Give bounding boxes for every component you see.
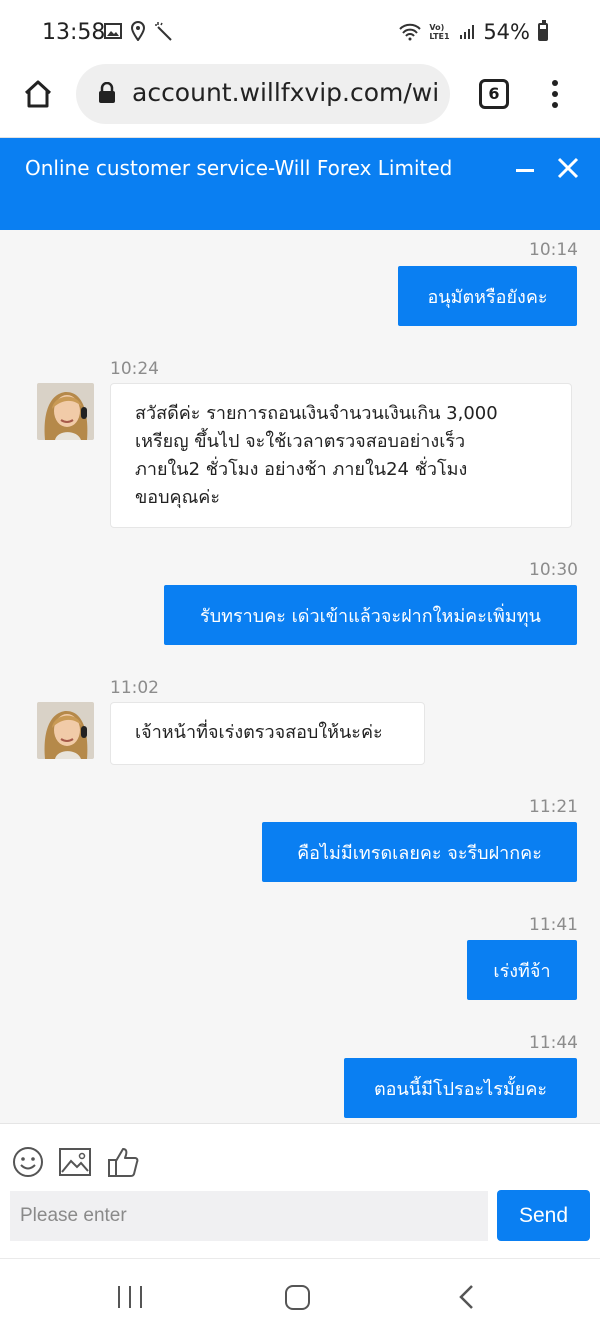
back-icon[interactable] xyxy=(457,1284,475,1310)
chat-title: Online customer service-Will Forex Limit… xyxy=(25,156,453,180)
message-line: ภายใน2 ชั่วโมง อย่างช้า ภายใน24 ชั่วโมง xyxy=(135,459,468,480)
overflow-menu-button[interactable] xyxy=(543,76,567,112)
incoming-message: เจ้าหน้าที่จเร่งตรวจสอบให้นะค่ะ xyxy=(110,702,425,765)
nav-home-button[interactable] xyxy=(285,1285,310,1310)
close-button[interactable] xyxy=(556,156,580,180)
outgoing-message: อนุมัตหรือยังคะ xyxy=(398,266,577,326)
outgoing-message: คือไม่มีเทรดเลยคะ จะรีบฝากคะ xyxy=(262,822,577,882)
image-upload-icon[interactable] xyxy=(59,1148,91,1176)
menu-dot-icon xyxy=(552,91,558,97)
outgoing-message: เร่งทีจ้า xyxy=(467,940,577,1000)
thumbs-up-icon[interactable] xyxy=(107,1146,139,1178)
message-line: สวัสดีค่ะ รายการถอนเงินจำนวนเงินเกิน 3,0… xyxy=(135,403,498,424)
minimize-button[interactable] xyxy=(516,158,536,182)
magic-wand-icon xyxy=(155,22,172,41)
message-input[interactable] xyxy=(10,1191,488,1241)
message-line: เจ้าหน้าที่จเร่งตรวจสอบให้นะค่ะ xyxy=(135,722,383,743)
browser-toolbar: account.willfxvip.com/wi 6 xyxy=(0,64,600,138)
status-time: 13:58 xyxy=(42,20,106,45)
outgoing-message: รับทราบคะ เด่วเข้าแล้วจะฝากใหม่คะเพิ่มทุ… xyxy=(164,585,577,645)
chat-messages[interactable]: 10:14 อนุมัตหรือยังคะ 10:24 สวัสดีค่ะ รา… xyxy=(0,230,600,1123)
status-system-icons: Vo) LTE1 54% xyxy=(399,20,548,44)
menu-dot-icon xyxy=(552,102,558,108)
agent-avatar xyxy=(37,383,94,440)
wifi-icon xyxy=(399,23,422,41)
agent-avatar-image xyxy=(37,383,94,440)
emoji-icon[interactable] xyxy=(12,1146,44,1178)
address-bar[interactable]: account.willfxvip.com/wi xyxy=(76,64,450,124)
network-type-label: Vo) LTE1 xyxy=(429,23,450,41)
battery-icon xyxy=(538,20,548,41)
android-nav-bar xyxy=(0,1258,600,1333)
incoming-message: สวัสดีค่ะ รายการถอนเงินจำนวนเงินเกิน 3,0… xyxy=(110,383,572,528)
home-icon xyxy=(24,80,52,108)
gallery-icon xyxy=(104,23,122,39)
home-button[interactable] xyxy=(18,74,58,114)
message-line: เหรียญ ขึ้นไป จะใช้เวลาตรวจสอบอย่างเร็ว xyxy=(135,431,466,452)
message-line: ขอบคุณค่ะ xyxy=(135,487,220,508)
close-icon xyxy=(557,157,579,179)
menu-dot-icon xyxy=(552,80,558,86)
status-notification-icons xyxy=(104,21,174,41)
composer: Send xyxy=(0,1123,600,1258)
recents-bar-icon xyxy=(140,1286,142,1308)
message-time: 11:21 xyxy=(529,797,578,817)
send-button[interactable]: Send xyxy=(497,1190,590,1241)
recent-apps-button[interactable] xyxy=(118,1286,142,1308)
outgoing-message: ตอนนี้มีโปรอะไรมั้ยคะ xyxy=(344,1058,577,1118)
message-time: 10:14 xyxy=(529,240,578,260)
signal-icon xyxy=(460,25,475,39)
recents-bar-icon xyxy=(129,1286,131,1308)
message-time: 11:02 xyxy=(110,678,159,698)
message-time: 11:41 xyxy=(529,915,578,935)
url-text: account.willfxvip.com/wi xyxy=(132,78,440,107)
tab-switcher-button[interactable]: 6 xyxy=(479,79,509,109)
battery-percent: 54% xyxy=(483,20,530,44)
chat-header: Online customer service-Will Forex Limit… xyxy=(0,138,600,230)
message-time: 10:24 xyxy=(110,359,159,379)
message-time: 11:44 xyxy=(529,1033,578,1053)
agent-avatar xyxy=(37,702,94,759)
lock-icon xyxy=(99,82,115,103)
status-bar: 13:58 Vo) LTE1 54% xyxy=(0,0,600,64)
location-icon xyxy=(130,21,146,41)
recents-bar-icon xyxy=(118,1286,120,1308)
message-time: 10:30 xyxy=(529,560,578,580)
agent-avatar-image xyxy=(37,702,94,759)
